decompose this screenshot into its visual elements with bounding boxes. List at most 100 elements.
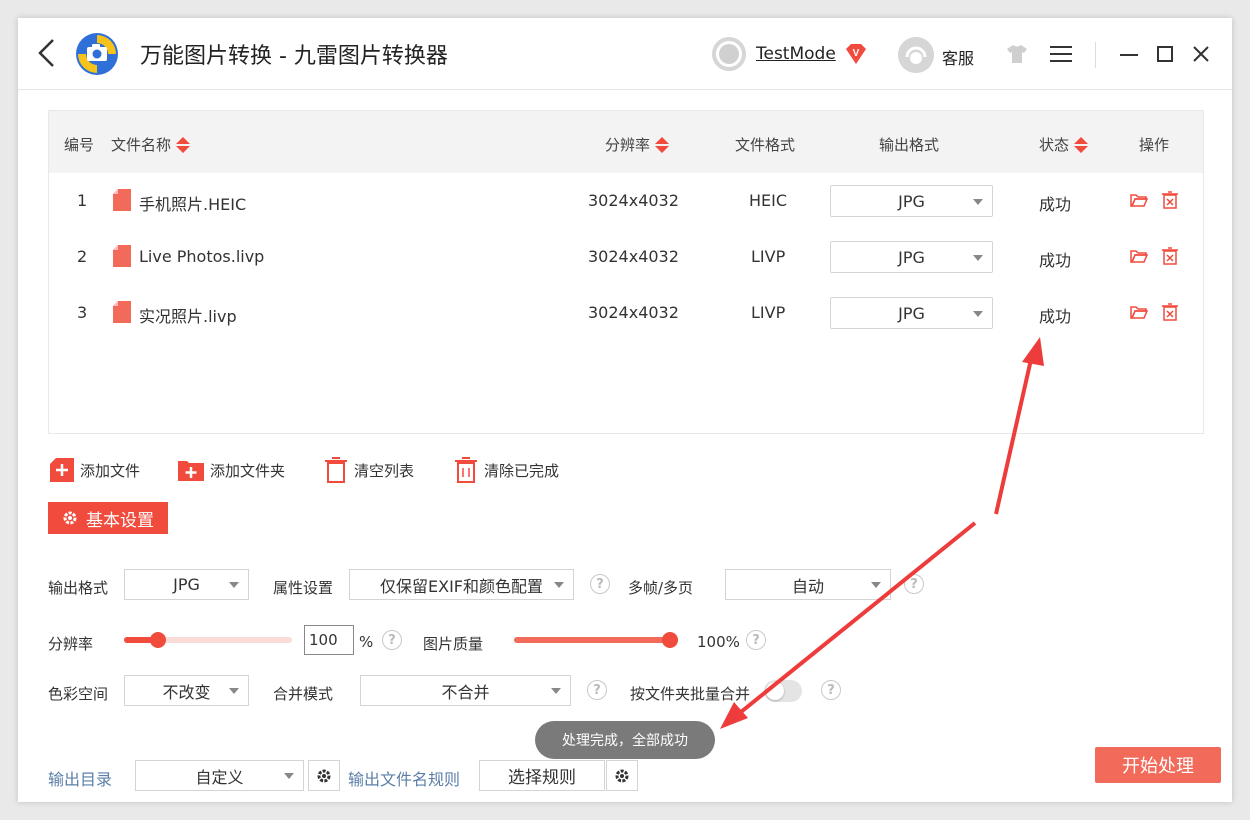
- output-dir-value: 自定义: [195, 767, 244, 787]
- resolution-input-value: 100: [309, 631, 338, 649]
- chevron-down-icon: [871, 582, 881, 588]
- row-output-format-value: JPG: [898, 303, 925, 323]
- trash-icon: [325, 457, 347, 483]
- col-output-format-header: 输出格式: [879, 136, 940, 154]
- row-output-format-select[interactable]: JPG: [830, 185, 993, 217]
- menu-icon[interactable]: [1050, 45, 1072, 63]
- attr-settings-label: 属性设置: [273, 579, 334, 597]
- resolution-input[interactable]: 100: [304, 625, 354, 655]
- basic-settings-tab[interactable]: 基本设置: [48, 502, 168, 534]
- col-resolution-header[interactable]: 分辨率: [605, 134, 670, 155]
- file-icon: [113, 245, 131, 267]
- customer-service-icon[interactable]: [898, 37, 934, 73]
- open-folder-icon[interactable]: [1130, 247, 1148, 265]
- row-format: HEIC: [749, 191, 788, 210]
- output-rule-label: 输出文件名规则: [348, 770, 461, 789]
- output-format-select[interactable]: JPG: [124, 569, 249, 600]
- start-processing-button[interactable]: 开始处理: [1095, 747, 1221, 783]
- clear-done-button[interactable]: 清除已完成: [454, 456, 559, 484]
- output-dir-select[interactable]: 自定义: [135, 760, 304, 791]
- help-icon[interactable]: ?: [590, 574, 610, 594]
- add-folder-button[interactable]: 添加文件夹: [178, 456, 285, 484]
- customer-service-label[interactable]: 客服: [942, 45, 974, 69]
- help-icon[interactable]: ?: [904, 574, 924, 594]
- gear-icon: [63, 511, 77, 525]
- col-resolution-label: 分辨率: [605, 136, 651, 154]
- attr-settings-select[interactable]: 仅保留EXIF和颜色配置: [349, 569, 574, 600]
- sort-icon[interactable]: [176, 136, 191, 153]
- chevron-down-icon: [229, 688, 239, 694]
- row-resolution: 3024x4032: [588, 247, 679, 266]
- help-icon[interactable]: ?: [746, 630, 766, 650]
- title-bar: 万能图片转换 - 九雷图片转换器 TestMode V 客服: [18, 18, 1232, 90]
- table-header: 编号 文件名称 分辨率 文件格式 输出格式 状态 操作: [49, 111, 1203, 173]
- multiframe-select[interactable]: 自动: [725, 569, 891, 600]
- vip-badge-text: V: [853, 48, 860, 59]
- rule-settings-button[interactable]: [606, 760, 638, 791]
- resolution-label: 分辨率: [48, 635, 94, 653]
- add-file-label: 添加文件: [80, 461, 141, 480]
- file-icon: [113, 189, 131, 211]
- resolution-slider[interactable]: [124, 632, 292, 648]
- row-resolution: 3024x4032: [588, 191, 679, 210]
- minimize-icon[interactable]: [1115, 40, 1143, 68]
- table-row[interactable]: 3 实况照片.livp 3024x4032 LIVP JPG 成功: [49, 285, 1203, 341]
- close-icon[interactable]: [1187, 40, 1215, 68]
- merge-mode-select[interactable]: 不合并: [360, 675, 571, 706]
- file-table: 编号 文件名称 分辨率 文件格式 输出格式 状态 操作 1 手机照片.HEIC …: [48, 110, 1204, 434]
- row-output-format-select[interactable]: JPG: [830, 241, 993, 273]
- output-format-value: JPG: [173, 575, 200, 594]
- merge-mode-value: 不合并: [441, 682, 490, 702]
- skin-shirt-icon[interactable]: [1006, 44, 1028, 64]
- vip-badge-icon: V: [844, 42, 868, 66]
- back-arrow-icon[interactable]: [36, 36, 60, 70]
- user-avatar[interactable]: [712, 37, 746, 71]
- quality-value: 100%: [697, 633, 740, 651]
- open-folder-icon[interactable]: [1130, 303, 1148, 321]
- quality-slider-handle[interactable]: [662, 632, 678, 648]
- color-space-label: 色彩空间: [48, 685, 109, 703]
- multiframe-label: 多帧/多页: [628, 579, 694, 597]
- col-status-label: 状态: [1039, 136, 1070, 154]
- delete-icon[interactable]: [1161, 247, 1179, 265]
- add-file-button[interactable]: 添加文件: [50, 456, 140, 484]
- sort-icon[interactable]: [1074, 136, 1089, 153]
- resolution-unit: %: [359, 633, 374, 651]
- user-name-link[interactable]: TestMode: [756, 44, 836, 64]
- row-status: 成功: [1039, 251, 1072, 270]
- batch-merge-toggle[interactable]: [764, 680, 802, 702]
- select-rule-button[interactable]: 选择规则: [479, 760, 605, 791]
- quality-slider[interactable]: [514, 632, 678, 648]
- toggle-handle: [766, 682, 784, 700]
- help-icon[interactable]: ?: [821, 680, 841, 700]
- col-status-header[interactable]: 状态: [1039, 134, 1089, 155]
- sort-icon[interactable]: [655, 136, 670, 153]
- row-format: LIVP: [751, 247, 786, 266]
- row-output-format-select[interactable]: JPG: [830, 297, 993, 329]
- table-row[interactable]: 2 Live Photos.livp 3024x4032 LIVP JPG 成功: [49, 229, 1203, 285]
- output-dir-settings-button[interactable]: [308, 760, 340, 791]
- delete-icon[interactable]: [1161, 303, 1179, 321]
- row-filename: 手机照片.HEIC: [139, 195, 247, 214]
- help-icon[interactable]: ?: [382, 630, 402, 650]
- row-output-format-value: JPG: [898, 247, 925, 267]
- open-folder-icon[interactable]: [1130, 191, 1148, 209]
- gear-icon: [615, 769, 629, 782]
- toast-message: 处理完成，全部成功: [535, 721, 715, 759]
- add-folder-icon: [178, 461, 204, 481]
- color-space-select[interactable]: 不改变: [124, 675, 249, 706]
- resolution-slider-handle[interactable]: [150, 632, 166, 648]
- delete-icon[interactable]: [1161, 191, 1179, 209]
- batch-merge-label: 按文件夹批量合并: [630, 685, 751, 703]
- row-filename: Live Photos.livp: [139, 247, 265, 266]
- help-icon[interactable]: ?: [587, 680, 607, 700]
- clear-list-button[interactable]: 清空列表: [324, 456, 414, 484]
- chevron-down-icon: [973, 255, 983, 261]
- table-row[interactable]: 1 手机照片.HEIC 3024x4032 HEIC JPG 成功: [49, 173, 1203, 229]
- col-filename-header[interactable]: 文件名称: [111, 134, 191, 155]
- row-resolution: 3024x4032: [588, 303, 679, 322]
- maximize-icon[interactable]: [1151, 40, 1179, 68]
- merge-mode-label: 合并模式: [273, 685, 334, 703]
- file-icon: [113, 301, 131, 323]
- multiframe-value: 自动: [791, 576, 824, 596]
